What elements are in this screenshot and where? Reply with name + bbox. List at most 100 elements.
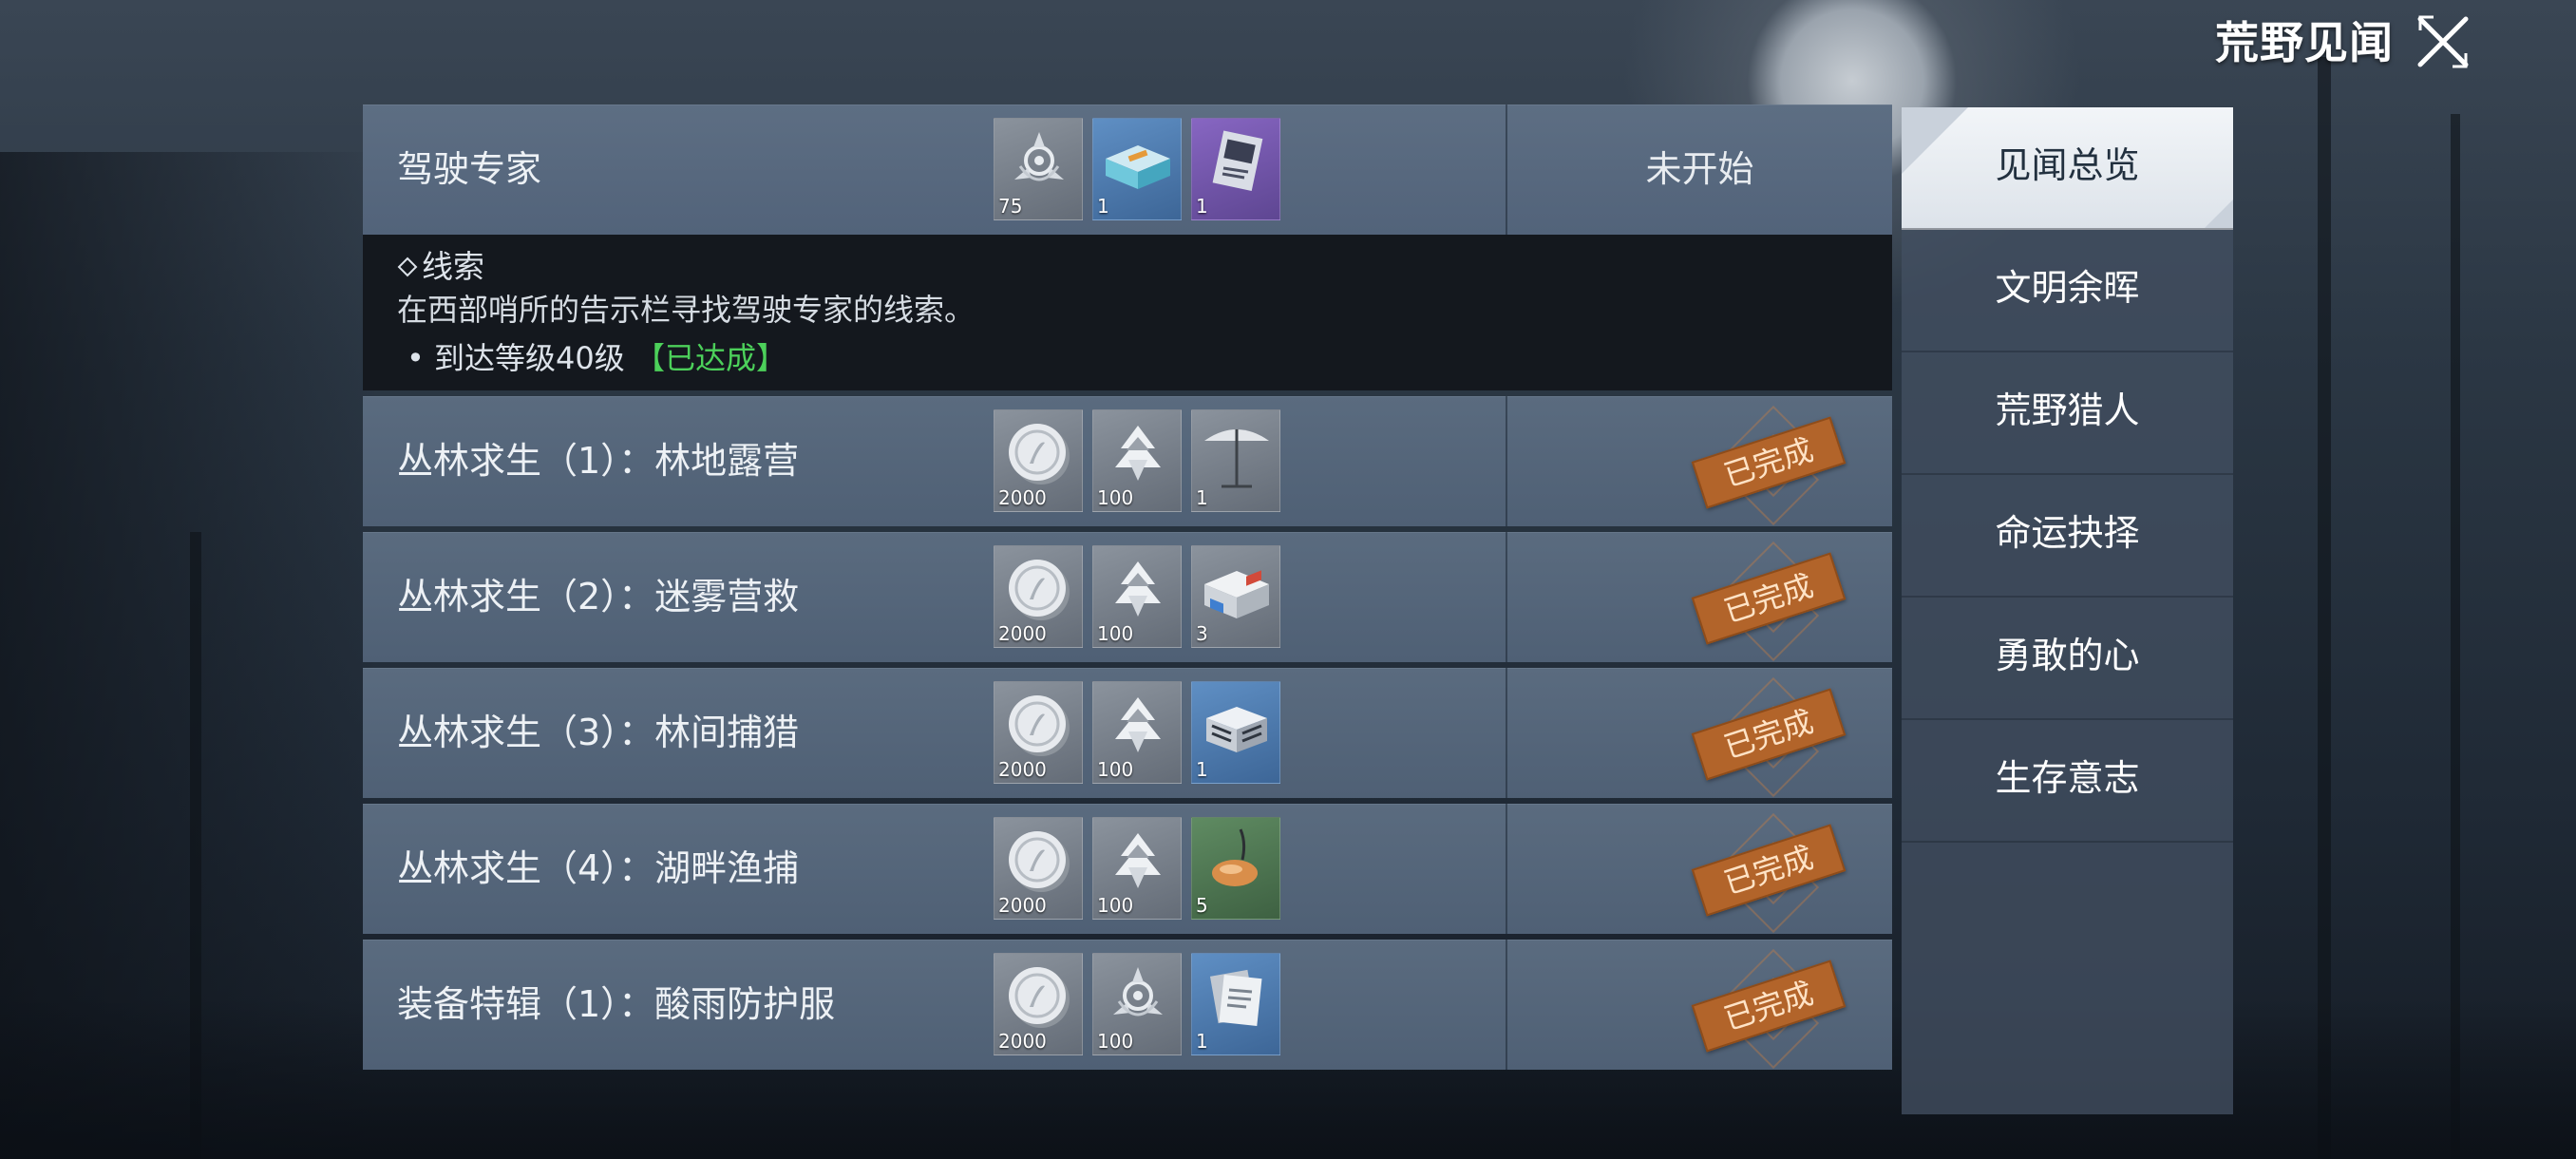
reward-item[interactable]: 2000: [994, 953, 1083, 1055]
silver-coin-icon: [1009, 695, 1070, 756]
quest-name: 驾驶专家: [397, 148, 542, 190]
tab-label: 见闻总览: [1995, 144, 2140, 186]
experience-icon: [1115, 561, 1161, 617]
detail-heading: 线索: [397, 246, 1892, 288]
reward-item[interactable]: 2000: [994, 817, 1083, 920]
reward-item[interactable]: 1: [1191, 681, 1280, 784]
supply-box-icon: [1206, 707, 1267, 752]
vehicle-crate-icon: [1106, 145, 1170, 189]
reward-item[interactable]: 1: [1191, 118, 1280, 220]
reward-item[interactable]: 100: [1092, 681, 1182, 784]
requirement-text: 到达等级40级: [434, 340, 625, 376]
reward-item[interactable]: 2000: [994, 545, 1083, 648]
quest-status: 未开始: [1645, 148, 1754, 190]
fishing-lure-icon: [1212, 828, 1258, 886]
experience-icon: [1115, 697, 1161, 752]
quest-row[interactable]: 丛林求生（1）：林地露营 2000 100 1 已完成: [363, 396, 1892, 526]
emblem-icon: [1113, 967, 1163, 1016]
reward-list: 2000 100 1: [994, 953, 1280, 1057]
quest-row[interactable]: 丛林求生（4）：湖畔渔捕 2000 100 5 已完成: [363, 804, 1892, 934]
tab-label: 命运抉择: [1995, 512, 2140, 554]
tab-corner-decoration: [2205, 200, 2233, 228]
reward-item[interactable]: 100: [1092, 545, 1182, 648]
quest-name: 装备特辑（1）：酸雨防护服: [397, 983, 836, 1025]
reward-item[interactable]: 3: [1191, 545, 1280, 648]
reward-item[interactable]: 1: [1191, 409, 1280, 512]
detail-requirement: • 到达等级40级 【已达成】: [397, 332, 1892, 385]
tab-label: 生存意志: [1995, 757, 2140, 799]
status-divider: [1506, 804, 1507, 934]
silver-coin-icon: [1009, 967, 1070, 1028]
quest-row[interactable]: 装备特辑（1）：酸雨防护服 2000 100 1 已完成: [363, 940, 1892, 1070]
medkit-box-icon: [1204, 570, 1269, 618]
silver-coin-icon: [1009, 424, 1070, 484]
reward-item[interactable]: 5: [1191, 817, 1280, 920]
reward-item[interactable]: 1: [1092, 118, 1182, 220]
tab-overview[interactable]: 见闻总览: [1902, 107, 2233, 230]
reward-list: 2000 100 1: [994, 409, 1280, 514]
reward-item[interactable]: 75: [994, 118, 1083, 220]
reward-count: 1: [1097, 195, 1109, 218]
tab-civilization[interactable]: 文明余晖: [1902, 230, 2233, 352]
quest-row[interactable]: 丛林求生（3）：林间捕猎 2000 100 1 已完成: [363, 668, 1892, 798]
reward-count: 1: [1196, 1030, 1208, 1053]
silver-coin-icon: [1009, 831, 1070, 892]
reward-list: 2000 100 1: [994, 681, 1280, 786]
detail-description: 在西部哨所的告示栏寻找驾驶专家的线索。: [397, 292, 975, 328]
reward-count: 100: [1097, 758, 1134, 781]
tab-corner-decoration: [1902, 107, 1968, 174]
quest-name: 丛林求生（1）：林地露营: [397, 440, 800, 482]
tab-label: 荒野猎人: [1995, 390, 2140, 431]
status-divider: [1506, 396, 1507, 526]
reward-count: 100: [1097, 894, 1134, 917]
quest-name: 丛林求生（3）：林间捕猎: [397, 712, 800, 753]
completed-stamp: 已完成: [1688, 405, 1859, 526]
status-divider: [1506, 668, 1507, 798]
tab-label: 文明余晖: [1995, 267, 2140, 309]
reward-item[interactable]: 2000: [994, 409, 1083, 512]
quest-name: 丛林求生（2）：迷雾营救: [397, 576, 800, 618]
experience-icon: [1115, 426, 1161, 481]
tab-survival-will[interactable]: 生存意志: [1902, 720, 2233, 843]
requirement-status: 【已达成】: [634, 340, 786, 376]
background-pole: [2318, 57, 2331, 1159]
reward-count: 1: [1196, 486, 1208, 509]
quest-name: 丛林求生（4）：湖畔渔捕: [397, 847, 800, 889]
tab-label: 勇敢的心: [1995, 635, 2140, 676]
reward-item[interactable]: 100: [1092, 409, 1182, 512]
reward-count: 2000: [998, 894, 1047, 917]
parasol-icon: [1204, 429, 1269, 488]
reward-count: 100: [1097, 1030, 1134, 1053]
quest-row[interactable]: 驾驶专家 75 1 1 未开始: [363, 104, 1892, 235]
reward-count: 2000: [998, 758, 1047, 781]
diamond-icon: [397, 256, 418, 277]
reward-item[interactable]: 100: [1092, 953, 1182, 1055]
silver-coin-icon: [1009, 560, 1070, 620]
reward-count: 1: [1196, 195, 1208, 218]
tab-brave-heart[interactable]: 勇敢的心: [1902, 598, 2233, 720]
reward-list: 2000 100 5: [994, 817, 1280, 922]
reward-count: 5: [1196, 894, 1208, 917]
reward-item[interactable]: 2000: [994, 681, 1083, 784]
completed-stamp: 已完成: [1688, 812, 1859, 934]
tab-fate-choice[interactable]: 命运抉择: [1902, 475, 2233, 598]
blueprint-card-icon: [1212, 130, 1263, 191]
tab-wild-hunter[interactable]: 荒野猎人: [1902, 352, 2233, 475]
completed-stamp: 已完成: [1688, 676, 1859, 798]
reward-item[interactable]: 100: [1092, 817, 1182, 920]
page-title: 荒野见闻: [2215, 17, 2394, 68]
close-icon[interactable]: [2413, 11, 2473, 72]
quest-detail-panel: 线索 在西部哨所的告示栏寻找驾驶专家的线索。 • 到达等级40级 【已达成】: [363, 235, 1892, 390]
reward-count: 100: [1097, 486, 1134, 509]
status-divider: [1506, 532, 1507, 662]
completed-stamp: 已完成: [1688, 541, 1859, 662]
bullet-icon: •: [407, 340, 435, 376]
reward-count: 2000: [998, 1030, 1047, 1053]
quest-row[interactable]: 丛林求生（2）：迷雾营救 2000 100 3 已完成: [363, 532, 1892, 662]
reward-item[interactable]: 1: [1191, 953, 1280, 1055]
reward-count: 100: [1097, 622, 1134, 645]
completed-stamp: 已完成: [1688, 948, 1859, 1070]
reward-count: 3: [1196, 622, 1208, 645]
quest-list: 驾驶专家 75 1 1 未开始 线索 在西部哨所的告示栏寻找驾驶专家的线索。 •…: [363, 104, 1892, 1075]
reward-list: 2000 100 3: [994, 545, 1280, 650]
